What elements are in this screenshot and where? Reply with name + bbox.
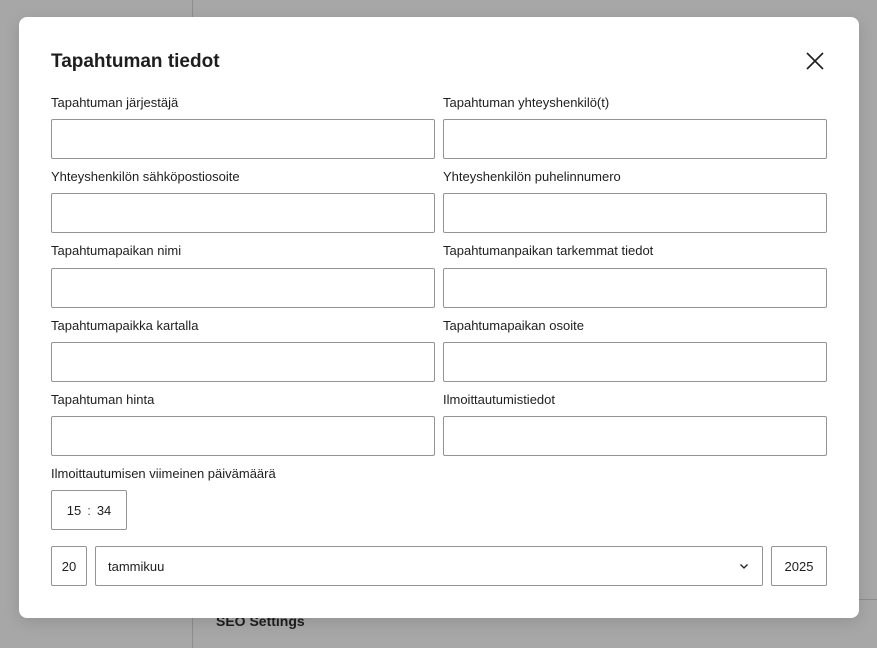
venue-address-label: Tapahtumapaikan osoite	[443, 318, 584, 333]
event-details-modal: Tapahtuman tiedot Tapahtuman järjestäjä …	[19, 17, 859, 618]
contact-phone-label: Yhteyshenkilön puhelinnumero	[443, 169, 621, 184]
venue-name-label: Tapahtumapaikan nimi	[51, 243, 182, 258]
registration-info-input[interactable]	[443, 416, 827, 456]
contact-person-label: Tapahtuman yhteyshenkilö(t)	[443, 95, 610, 110]
venue-details-label: Tapahtumanpaikan tarkemmat tiedot	[443, 243, 654, 258]
organizer-input[interactable]	[51, 119, 435, 159]
deadline-month-value: tammikuu	[108, 558, 165, 574]
venue-details-input[interactable]	[443, 268, 827, 308]
price-label: Tapahtuman hinta	[51, 392, 155, 407]
venue-name-input[interactable]	[51, 268, 435, 308]
deadline-minutes-input[interactable]: 34	[97, 503, 111, 518]
close-button[interactable]	[799, 45, 831, 77]
deadline-year-input[interactable]: 2025	[771, 546, 827, 586]
deadline-hours-input[interactable]: 15	[67, 503, 81, 518]
registration-deadline-label: Ilmoittautumisen viimeinen päivämäärä	[51, 466, 276, 481]
venue-map-input[interactable]	[51, 342, 435, 382]
contact-phone-input[interactable]	[443, 193, 827, 233]
contact-email-input[interactable]	[51, 193, 435, 233]
organizer-label: Tapahtuman järjestäjä	[51, 95, 179, 110]
chevron-down-icon	[740, 564, 748, 569]
close-icon	[806, 52, 824, 70]
contact-email-label: Yhteyshenkilön sähköpostiosoite	[51, 169, 240, 184]
venue-address-input[interactable]	[443, 342, 827, 382]
venue-map-label: Tapahtumapaikka kartalla	[51, 318, 199, 333]
contact-person-input[interactable]	[443, 119, 827, 159]
registration-info-label: Ilmoittautumistiedot	[443, 392, 555, 407]
deadline-time-field: 15 : 34	[51, 490, 127, 530]
deadline-day-value: 20	[61, 558, 77, 574]
deadline-day-input[interactable]: 20	[51, 546, 87, 586]
deadline-year-value: 2025	[784, 558, 814, 574]
time-separator: :	[87, 502, 91, 518]
price-input[interactable]	[51, 416, 435, 456]
modal-title: Tapahtuman tiedot	[51, 51, 220, 72]
deadline-month-select[interactable]: tammikuu	[95, 546, 763, 586]
